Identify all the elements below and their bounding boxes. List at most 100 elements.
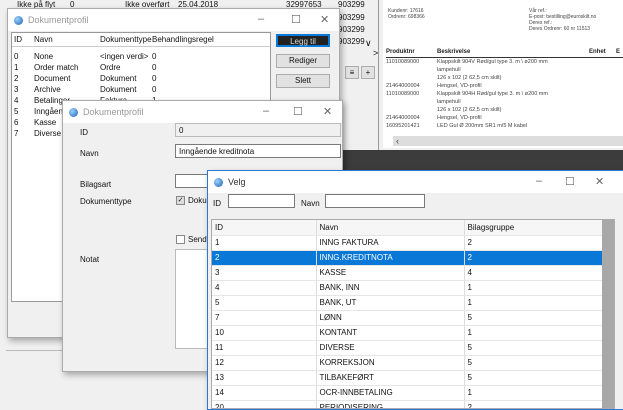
cell: 6	[14, 118, 19, 127]
app-icon	[14, 15, 23, 25]
column-header[interactable]: Behandlingsregel	[152, 35, 214, 44]
cell: 1	[14, 63, 19, 72]
profile-row[interactable]: 3 Archive Dokument 0	[12, 85, 270, 96]
scroll-down-icon[interactable]: ∨	[365, 38, 372, 49]
cell: 0	[152, 63, 157, 72]
minimize-icon[interactable]: –	[263, 105, 269, 117]
picker-row[interactable]: 3 KASSE 4	[212, 265, 604, 281]
filter-id-input[interactable]	[228, 194, 295, 208]
profile-row[interactable]: 0 None <ingen verdi> 0	[12, 52, 270, 63]
picker-row[interactable]: 12 KORREKSJON 5	[212, 355, 604, 371]
document-preview: Kundenr: 17616 Ordrenr: 698366 Vår ref.: E…	[383, 0, 623, 148]
picker-row[interactable]: 10 KONTANT 1	[212, 325, 604, 341]
product-description: 126 x 102 (2 62,5 cm skilt)	[437, 107, 502, 113]
maximize-icon[interactable]: ☐	[565, 175, 575, 188]
cell: INNG.KREDITNOTA	[316, 250, 465, 266]
checkbox-icon	[176, 235, 185, 244]
minimize-icon[interactable]: –	[536, 175, 542, 187]
checkmark-icon: ✓	[176, 196, 185, 205]
cell: Kasse	[34, 118, 57, 127]
cell: 12	[212, 355, 317, 371]
edit-profile-button[interactable]: Rediger	[276, 54, 330, 68]
picker-row[interactable]: 2 INNG.KREDITNOTA 2	[212, 250, 604, 266]
product-number: 11010089000	[386, 59, 420, 65]
cell: DIVERSE	[316, 340, 465, 356]
id-field: 0	[175, 123, 341, 137]
filter-name-input[interactable]	[325, 194, 425, 208]
picker-row[interactable]: 14 OCR-INNBETALING 1	[212, 385, 604, 401]
preview-line: lampehull	[386, 66, 548, 74]
picker-grid[interactable]: ID Navn Bilagsgruppe 1 INNG FAKTURA 2 2 INNG.K…	[211, 219, 615, 409]
cell: 5	[464, 310, 604, 326]
picker-row[interactable]: 7 LØNN 5	[212, 310, 604, 326]
name-label: Navn	[80, 149, 99, 158]
cell: 2	[212, 250, 317, 266]
cell: PERIODISERING	[316, 400, 465, 408]
window-title: Dokumentprofil	[28, 15, 89, 25]
cell: KONTANT	[316, 325, 465, 341]
profile-row[interactable]: 2 Document Dokument 0	[12, 74, 270, 85]
picker-row[interactable]: 4 BANK, INN 1	[212, 280, 604, 296]
title-bar: Dokumentprofil – ☐ ✕	[8, 9, 339, 31]
product-description: Klappskilt 904V Rød/gul type 3. m \ ø200…	[437, 59, 548, 65]
sent-checkbox[interactable]: Sendt	[176, 235, 209, 244]
cell: Diverse	[34, 129, 62, 138]
note-label: Notat	[80, 255, 100, 264]
id-label: ID	[80, 128, 88, 137]
cell: 4	[464, 265, 604, 281]
column-header[interactable]: Bilagsgruppe	[464, 220, 604, 236]
add-button[interactable]: +	[361, 66, 375, 79]
close-icon[interactable]: ✕	[320, 13, 329, 26]
cell: Document	[34, 74, 71, 83]
cell: KASSE	[316, 265, 465, 281]
header: Produktnr	[386, 49, 415, 55]
picker-row[interactable]: 13 TILBAKEFØRT 5	[212, 370, 604, 386]
cell: 7	[14, 129, 19, 138]
column-header[interactable]: ID	[212, 220, 317, 236]
cell: 3	[14, 85, 19, 94]
header: Enhet	[589, 49, 606, 55]
cell: 5	[212, 295, 317, 311]
cell: Archive	[34, 85, 61, 94]
bg-cell: 903299	[338, 13, 365, 22]
cell: OCR-INNBETALING	[316, 385, 465, 401]
delete-profile-button[interactable]: Slett	[276, 74, 330, 88]
product-number: 16095201421	[386, 123, 420, 129]
picker-row[interactable]: 11 DIVERSE 5	[212, 340, 604, 356]
preview-line: 126 x 102 (2 62,5 cm skilt)	[386, 106, 548, 114]
maximize-icon[interactable]: ☐	[293, 105, 303, 118]
preview-line: lampehull	[386, 98, 548, 106]
menu-button[interactable]: ≡	[345, 66, 359, 79]
add-profile-button[interactable]: Legg til	[276, 34, 330, 47]
name-field[interactable]: Inngående kreditnota	[175, 144, 341, 158]
column-header[interactable]: Navn	[34, 35, 53, 44]
horizontal-scrollbar[interactable]: ‹	[393, 136, 623, 146]
title-bar: Dokumentprofil – ☐ ✕	[63, 101, 342, 123]
window-title: Velg	[228, 177, 246, 187]
profile-row[interactable]: 1 Order match Ordre 0	[12, 63, 270, 74]
cell: 5	[464, 355, 604, 371]
bilagsart-label: Bilagsart	[80, 180, 112, 189]
cell: 1	[212, 235, 317, 251]
label: Deres Ordrenr:	[529, 26, 563, 32]
close-icon[interactable]: ✕	[323, 105, 332, 118]
cell: 2	[464, 250, 604, 266]
maximize-icon[interactable]: ☐	[291, 13, 301, 26]
product-description: lampehull	[437, 99, 461, 105]
picker-row[interactable]: 1 INNG FAKTURA 2	[212, 235, 604, 251]
preview-line: 126 x 102 (2 62,5 cm skilt)	[386, 74, 548, 82]
close-icon[interactable]: ✕	[595, 175, 604, 188]
cell: LØNN	[316, 310, 465, 326]
picker-row[interactable]: 20 PERIODISERING 2	[212, 400, 604, 408]
minimize-icon[interactable]: –	[258, 13, 264, 25]
scroll-left-icon[interactable]: ‹	[396, 136, 399, 146]
picker-row[interactable]: 5 BANK, UT 1	[212, 295, 604, 311]
column-header[interactable]: ID	[14, 35, 22, 44]
vertical-scrollbar[interactable]	[602, 220, 614, 408]
cell: 20	[212, 400, 317, 408]
cell: 3	[212, 265, 317, 281]
cell: 1	[464, 280, 604, 296]
column-header[interactable]: Dokumenttype	[100, 35, 152, 44]
column-header[interactable]: Navn	[316, 220, 465, 236]
cell: Order match	[34, 63, 79, 72]
